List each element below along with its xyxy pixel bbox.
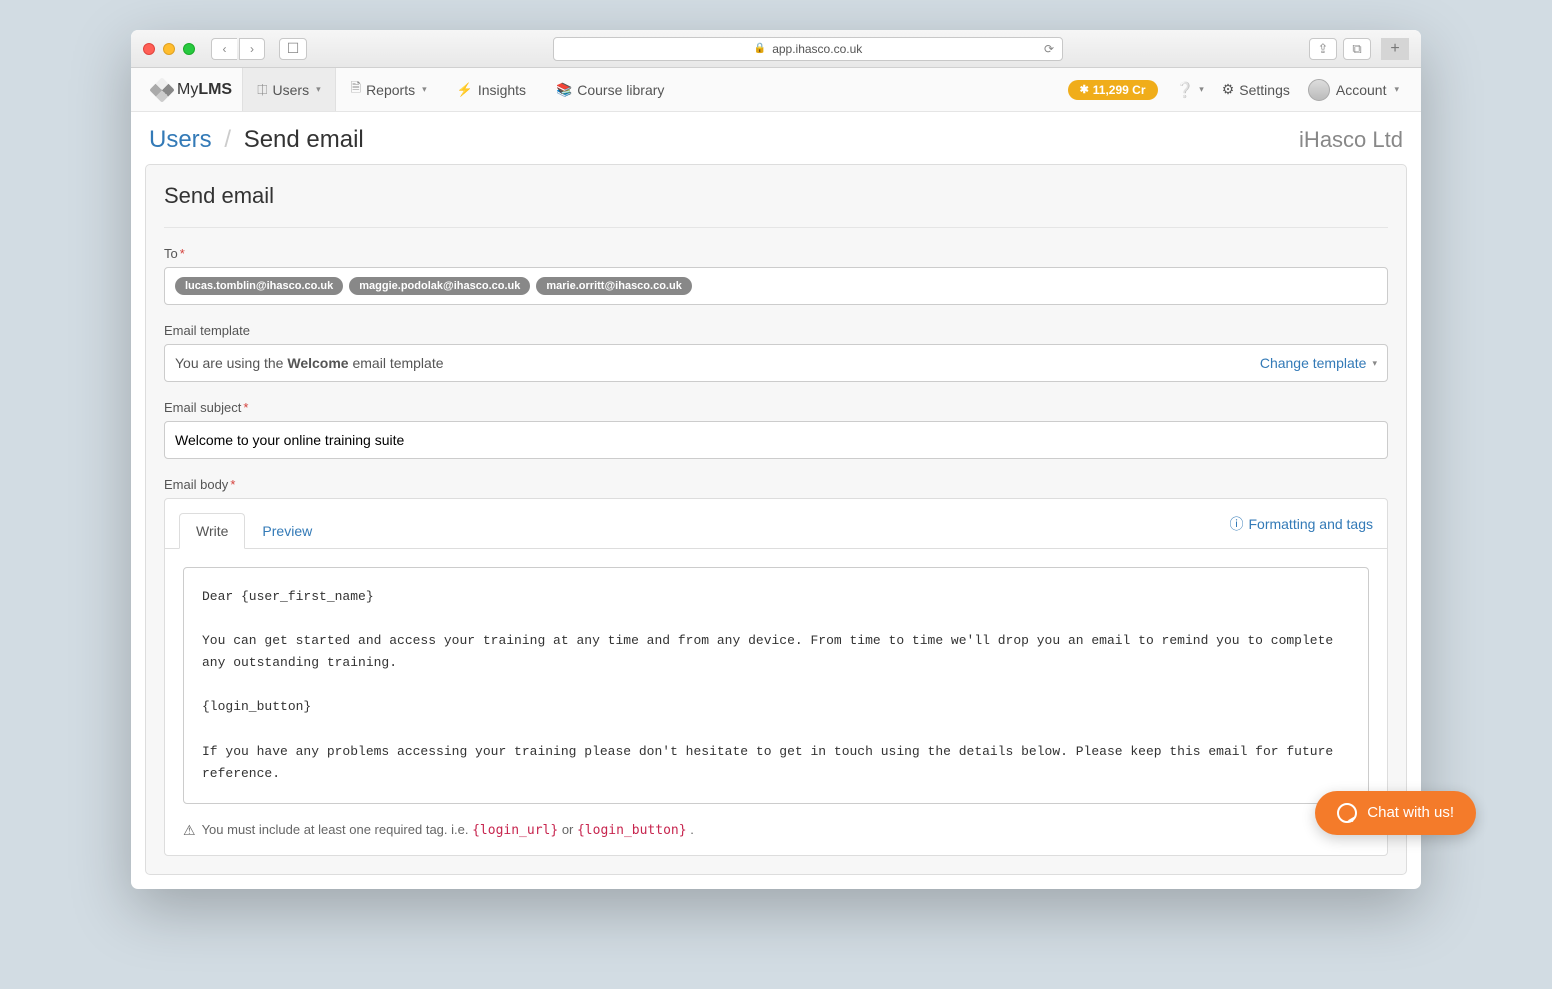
sidebar-toggle[interactable]: ☐ <box>279 38 307 60</box>
chat-bubble-icon <box>1337 803 1357 823</box>
body-label: Email body* <box>164 477 1388 492</box>
tabs-button[interactable]: ⧉ <box>1343 38 1371 60</box>
close-window-icon[interactable] <box>143 43 155 55</box>
reload-icon[interactable]: ⟳ <box>1044 42 1054 56</box>
browser-titlebar: ‹ › ☐ 🔒 app.ihasco.co.uk ⟳ ⇪ ⧉ + <box>131 30 1421 68</box>
chat-widget[interactable]: Chat with us! <box>1315 791 1476 835</box>
brand-bold: LMS <box>198 81 232 98</box>
maximize-window-icon[interactable] <box>183 43 195 55</box>
body-editor[interactable]: Dear {user_first_name} You can get start… <box>183 567 1369 804</box>
subject-input-wrap <box>164 421 1388 459</box>
warning-icon: ⚠ <box>183 822 196 839</box>
account-menu[interactable]: Account ▾ <box>1308 79 1399 101</box>
nav-users[interactable]: ⎅Users▾ <box>242 68 336 111</box>
breadcrumb-current: Send email <box>244 126 364 153</box>
question-circle-icon: ⓘ <box>1229 514 1243 534</box>
template-label: Email template <box>164 323 1388 338</box>
subject-input[interactable] <box>175 432 1377 448</box>
window-controls <box>143 43 195 55</box>
body-panel: Write Preview ⓘ Formatting and tags Dear… <box>164 498 1388 856</box>
address-bar[interactable]: 🔒 app.ihasco.co.uk ⟳ <box>553 37 1063 61</box>
browser-window: ‹ › ☐ 🔒 app.ihasco.co.uk ⟳ ⇪ ⧉ + MyLMS ⎅… <box>131 30 1421 889</box>
nav-icon: 📚 <box>556 82 572 98</box>
panel-title: Send email <box>164 183 1388 209</box>
nav-insights[interactable]: ⚡Insights <box>442 68 541 111</box>
lock-icon: 🔒 <box>754 43 766 54</box>
credits-badge[interactable]: 11,299 Cr <box>1068 80 1158 100</box>
nav-icon: ⎅ <box>257 82 267 98</box>
nav-icon: 🗎 <box>351 79 361 101</box>
breadcrumb: Users / Send email <box>149 126 364 154</box>
recipient-chip[interactable]: maggie.podolak@ihasco.co.uk <box>349 277 530 295</box>
recipient-chip[interactable]: marie.orritt@ihasco.co.uk <box>536 277 691 295</box>
brand-prefix: My <box>177 81 198 98</box>
tab-write[interactable]: Write <box>179 513 245 549</box>
url-text: app.ihasco.co.uk <box>772 42 862 56</box>
help-button[interactable]: ❔▾ <box>1176 81 1204 99</box>
template-box: You are using the Welcome email template… <box>164 344 1388 382</box>
template-text: You are using the Welcome email template <box>175 355 444 371</box>
nav-icon: ⚡ <box>457 82 473 98</box>
brand[interactable]: MyLMS <box>143 68 242 111</box>
change-template-link[interactable]: Change template▾ <box>1260 355 1377 371</box>
nav-reports[interactable]: 🗎Reports▾ <box>336 68 442 111</box>
subject-label: Email subject* <box>164 400 1388 415</box>
tab-preview[interactable]: Preview <box>245 513 329 549</box>
minimize-window-icon[interactable] <box>163 43 175 55</box>
brand-logo-icon <box>149 77 174 102</box>
avatar <box>1308 79 1330 101</box>
app-navbar: MyLMS ⎅Users▾🗎Reports▾⚡Insights📚Course l… <box>131 68 1421 112</box>
back-button[interactable]: ‹ <box>211 38 237 60</box>
new-tab-button[interactable]: + <box>1381 38 1409 60</box>
send-email-panel: Send email To* lucas.tomblin@ihasco.co.u… <box>145 164 1407 875</box>
nav-course-library[interactable]: 📚Course library <box>541 68 679 111</box>
to-input[interactable]: lucas.tomblin@ihasco.co.uk maggie.podolak… <box>164 267 1388 305</box>
recipient-chip[interactable]: lucas.tomblin@ihasco.co.uk <box>175 277 343 295</box>
breadcrumb-users-link[interactable]: Users <box>149 126 212 153</box>
share-button[interactable]: ⇪ <box>1309 38 1337 60</box>
gear-icon: ⚙ <box>1222 81 1235 98</box>
settings-link[interactable]: ⚙Settings <box>1222 81 1290 98</box>
company-name: iHasco Ltd <box>1299 127 1403 153</box>
forward-button[interactable]: › <box>239 38 265 60</box>
hint-row: ⚠ You must include at least one required… <box>165 822 1387 855</box>
page-header: Users / Send email iHasco Ltd <box>131 112 1421 164</box>
formatting-tags-link[interactable]: ⓘ Formatting and tags <box>1229 514 1373 534</box>
to-label: To* <box>164 246 1388 261</box>
